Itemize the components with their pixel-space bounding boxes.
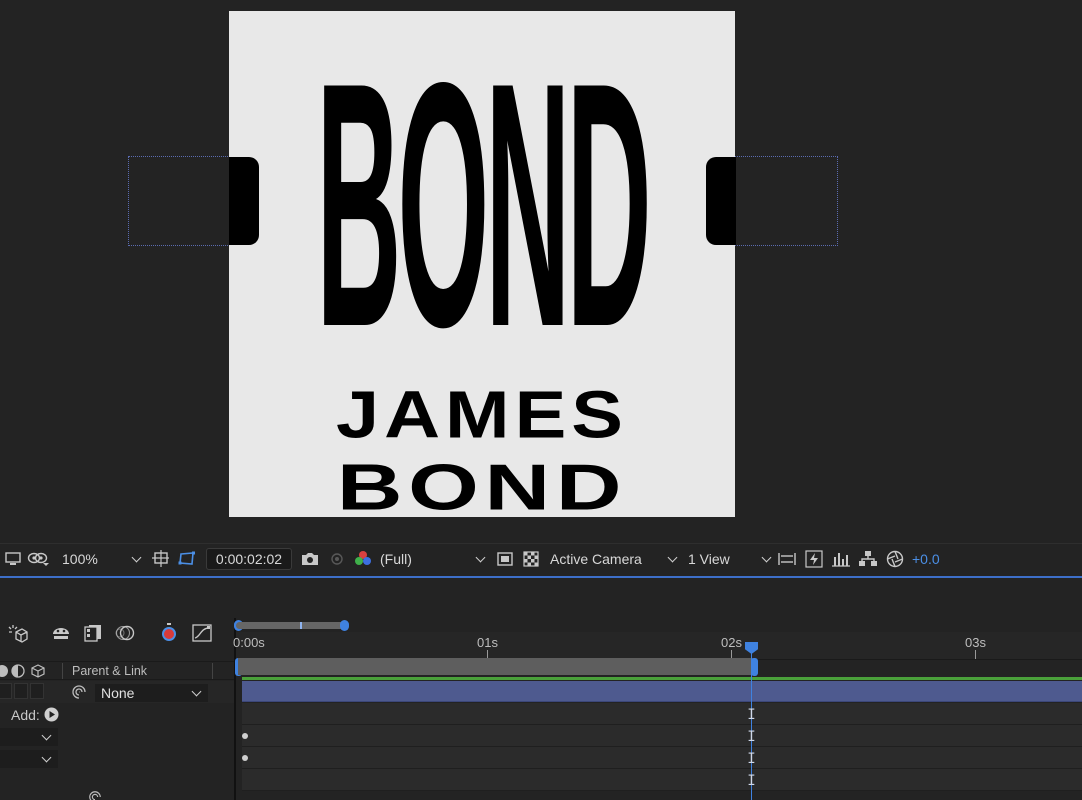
- zoom-dropdown[interactable]: 100%: [62, 551, 142, 567]
- exposure-value[interactable]: +0.0: [912, 551, 940, 567]
- region-of-interest-icon[interactable]: [148, 550, 174, 568]
- composition-viewer[interactable]: BOND JAMES BOND: [0, 0, 1082, 543]
- ruler-label-0: 0:00s: [233, 635, 265, 650]
- timeline-panel: Parent & Link None Add: 0:00s 01s 02s 03…: [0, 578, 1082, 800]
- bond-small-text[interactable]: BOND: [229, 450, 735, 517]
- navigator-end-handle[interactable]: [340, 620, 349, 631]
- pick-whip-icon[interactable]: [71, 684, 87, 705]
- timeline-graph-icon[interactable]: [828, 551, 854, 567]
- render-cache-bar: [242, 677, 1082, 680]
- layer-row[interactable]: None: [0, 681, 234, 703]
- parent-link-header[interactable]: Parent & Link: [72, 664, 147, 678]
- resolution-value: (Full): [380, 551, 412, 567]
- parent-dropdown[interactable]: None: [95, 684, 208, 702]
- layer-duration-bar[interactable]: [242, 681, 1082, 702]
- add-property-row: Add:: [0, 704, 234, 726]
- ruler-label-3: 03s: [965, 635, 986, 650]
- motion-blur-icon[interactable]: [112, 620, 138, 646]
- james-text[interactable]: JAMES: [229, 376, 735, 454]
- property-dropdown[interactable]: [0, 728, 58, 746]
- chevron-down-icon: [191, 686, 202, 696]
- playhead-ibeam-icon: I: [747, 729, 756, 745]
- viewer-toolbar: 100% 0:00:02:02 (Full) Active Camera 1 V…: [0, 543, 1082, 574]
- playhead-ibeam-icon: I: [747, 773, 756, 789]
- switch-cell[interactable]: [30, 683, 44, 699]
- flowchart-icon[interactable]: [854, 551, 882, 567]
- playhead-ibeam-icon: I: [747, 707, 756, 723]
- time-ruler[interactable]: 0:00s 01s 02s 03s: [233, 632, 1082, 660]
- keyframe-dot[interactable]: [242, 733, 248, 739]
- show-snapshot-icon[interactable]: [324, 552, 350, 566]
- toggle-pixel-aspect-icon[interactable]: [774, 551, 800, 567]
- property-row: [0, 726, 234, 748]
- parent-value: None: [101, 685, 135, 701]
- right-black-tab-shape[interactable]: [706, 157, 736, 245]
- column-separator: [62, 663, 63, 679]
- fast-preview-lightning-icon[interactable]: [800, 550, 828, 568]
- time-navigator-bar[interactable]: [236, 622, 346, 629]
- camera-value: Active Camera: [550, 551, 642, 567]
- chevron-down-icon: [131, 552, 142, 562]
- view-layout-dropdown[interactable]: 1 View: [688, 551, 772, 567]
- layer-column-header: Parent & Link: [0, 661, 234, 680]
- timeline-tracks[interactable]: 0:00s 01s 02s 03s I I I I: [233, 578, 1082, 800]
- mask-visibility-icon[interactable]: [24, 552, 52, 566]
- track-row: [242, 703, 1082, 725]
- reset-exposure-icon[interactable]: [882, 550, 908, 568]
- monitor-icon[interactable]: [2, 552, 24, 566]
- composition-canvas[interactable]: BOND JAMES BOND: [229, 11, 735, 517]
- transparency-grid-icon[interactable]: [518, 551, 544, 567]
- layer-bounds-left: [128, 156, 230, 246]
- ruler-label-2: 02s: [721, 635, 742, 650]
- work-area-bar[interactable]: [238, 658, 754, 675]
- zoom-value: 100%: [62, 551, 98, 567]
- property-dropdown[interactable]: [0, 750, 58, 768]
- current-time-value: 0:00:02:02: [215, 551, 283, 567]
- graph-editor-icon[interactable]: [188, 620, 216, 646]
- keyframe-dot[interactable]: [242, 755, 248, 761]
- track-row: [242, 769, 1082, 791]
- work-area-end-handle[interactable]: [751, 658, 758, 676]
- track-row: [242, 725, 1082, 747]
- solo-column-icon[interactable]: [0, 665, 8, 677]
- ruler-label-1: 01s: [477, 635, 498, 650]
- left-black-tab-shape[interactable]: [229, 157, 259, 245]
- pick-whip-icon[interactable]: [88, 790, 102, 800]
- column-separator: [212, 663, 213, 679]
- track-row: [242, 747, 1082, 769]
- chevron-down-icon: [41, 730, 52, 740]
- switch-cell[interactable]: [14, 683, 28, 699]
- view-layout-value: 1 View: [688, 551, 730, 567]
- switch-cell[interactable]: [0, 683, 12, 699]
- transparency-grid-toggle-icon[interactable]: [174, 551, 200, 567]
- camera-snapshot-icon[interactable]: [296, 552, 324, 566]
- chevron-down-icon: [475, 552, 486, 562]
- timeline-switches-toolbar: [0, 620, 234, 648]
- add-property-button[interactable]: [44, 707, 59, 727]
- resolution-dropdown[interactable]: (Full): [380, 551, 486, 567]
- graph-editor-stopwatch-icon[interactable]: [156, 620, 182, 646]
- fast-previews-icon[interactable]: [492, 552, 518, 566]
- draft-3d-icon[interactable]: [4, 620, 30, 646]
- color-channels-icon[interactable]: [350, 550, 376, 568]
- layer-bounds-right: [734, 156, 838, 246]
- navigator-marker: [300, 622, 302, 629]
- chevron-down-icon: [761, 552, 772, 562]
- frame-blending-icon[interactable]: [80, 620, 106, 646]
- playhead-ibeam-icon: I: [747, 751, 756, 767]
- chevron-down-icon: [667, 552, 678, 562]
- property-row: [0, 748, 234, 770]
- current-time-display[interactable]: 0:00:02:02: [206, 548, 292, 570]
- ruler-tick: [975, 650, 976, 659]
- hide-shy-layers-icon[interactable]: [48, 620, 74, 646]
- layer-outline-panel: Parent & Link None Add:: [0, 578, 234, 800]
- camera-dropdown[interactable]: Active Camera: [550, 551, 678, 567]
- chevron-down-icon: [41, 752, 52, 762]
- add-label: Add:: [11, 707, 40, 723]
